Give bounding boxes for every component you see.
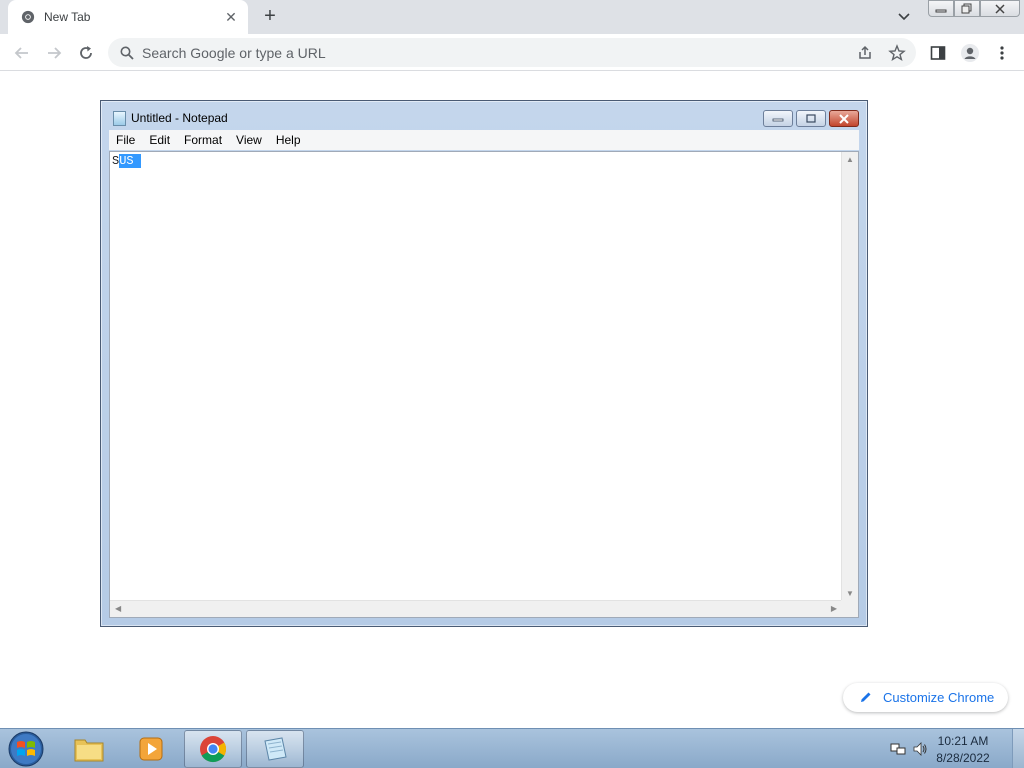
bookmark-star-icon[interactable] — [888, 44, 906, 62]
resize-grip[interactable] — [841, 600, 858, 617]
back-button[interactable] — [10, 41, 34, 65]
notepad-minimize-button[interactable] — [763, 110, 793, 127]
clock-time[interactable]: 10:21 AM — [928, 734, 998, 748]
close-icon — [839, 113, 849, 124]
system-tray: 10:21 AM 8/28/2022 — [884, 729, 1024, 768]
side-panel-icon — [930, 46, 946, 60]
notepad-icon — [113, 111, 126, 126]
notepad-title: Untitled - Notepad — [131, 111, 228, 125]
chrome-icon — [200, 736, 227, 763]
minimize-button[interactable] — [928, 0, 954, 17]
menu-format[interactable]: Format — [177, 133, 229, 147]
volume-icon[interactable] — [912, 741, 928, 757]
reload-icon — [80, 46, 92, 59]
taskbar-explorer[interactable] — [60, 730, 118, 768]
maximize-icon — [806, 113, 816, 123]
omnibox-placeholder: Search Google or type a URL — [142, 45, 326, 61]
notepad-close-button[interactable] — [829, 110, 859, 127]
taskbar-media-player[interactable] — [122, 730, 180, 768]
profile-button[interactable] — [958, 41, 982, 65]
arrow-left-icon — [14, 47, 28, 59]
menu-file[interactable]: File — [109, 133, 142, 147]
notepad-text-area[interactable]: SUS ▲ ▼ ◀ ▶ — [109, 151, 859, 618]
close-tab-icon[interactable]: ✕ — [222, 8, 240, 26]
notepad-icon — [264, 737, 287, 761]
close-window-button[interactable] — [980, 0, 1020, 17]
show-desktop-button[interactable] — [1012, 729, 1024, 768]
folder-icon — [74, 739, 104, 762]
chevron-down-icon[interactable] — [894, 8, 914, 26]
menu-help[interactable]: Help — [269, 133, 308, 147]
notepad-window: Untitled - Notepad File Edit Format View… — [100, 100, 868, 627]
media-player-icon — [139, 737, 163, 761]
tab-title: New Tab — [44, 10, 91, 24]
minimize-icon — [935, 9, 947, 12]
taskbar: 10:21 AM 8/28/2022 — [0, 728, 1024, 768]
close-icon — [995, 3, 1005, 14]
menu-view[interactable]: View — [229, 133, 269, 147]
restore-button[interactable] — [954, 0, 980, 17]
clock-date[interactable]: 8/28/2022 — [928, 751, 998, 765]
taskbar-notepad[interactable] — [246, 730, 304, 768]
omnibox[interactable]: Search Google or type a URL — [108, 38, 916, 67]
arrow-right-icon — [48, 47, 62, 59]
horizontal-scrollbar[interactable]: ◀ ▶ — [110, 600, 842, 617]
notepad-content: SUS — [112, 154, 141, 168]
customize-chrome-label: Customize Chrome — [883, 690, 995, 705]
minimize-icon — [772, 118, 784, 121]
vertical-scrollbar[interactable]: ▲ ▼ — [841, 152, 858, 601]
notepad-maximize-button[interactable] — [796, 110, 826, 127]
reload-button[interactable] — [74, 41, 98, 65]
selected-text: US — [119, 154, 141, 168]
scroll-up-icon[interactable]: ▲ — [846, 155, 854, 164]
restore-icon — [961, 3, 972, 13]
customize-chrome-button[interactable]: Customize Chrome — [843, 683, 1008, 712]
kebab-menu-icon — [1000, 46, 1004, 60]
scroll-down-icon[interactable]: ▼ — [846, 589, 854, 598]
pencil-icon — [861, 692, 871, 702]
tab-new-tab[interactable]: New Tab ✕ — [8, 0, 248, 34]
windows-start-icon[interactable] — [6, 730, 46, 768]
tab-strip: New Tab ✕ + — [0, 0, 1024, 34]
browser-toolbar: Search Google or type a URL — [0, 34, 1024, 71]
chrome-icon — [21, 10, 35, 24]
taskbar-chrome[interactable] — [184, 730, 242, 768]
menu-edit[interactable]: Edit — [142, 133, 177, 147]
new-tab-button[interactable]: + — [258, 6, 282, 28]
scroll-left-icon[interactable]: ◀ — [115, 604, 121, 613]
avatar-icon — [961, 44, 979, 62]
share-icon[interactable] — [856, 44, 874, 62]
menu-button[interactable] — [990, 41, 1014, 65]
notepad-menubar: File Edit Format View Help — [109, 130, 859, 150]
network-icon[interactable] — [890, 741, 906, 757]
search-icon — [120, 46, 134, 60]
side-panel-button[interactable] — [926, 41, 950, 65]
notepad-window-controls — [760, 110, 859, 127]
forward-button[interactable] — [42, 41, 66, 65]
scroll-right-icon[interactable]: ▶ — [831, 604, 837, 613]
window-controls — [928, 0, 1020, 17]
